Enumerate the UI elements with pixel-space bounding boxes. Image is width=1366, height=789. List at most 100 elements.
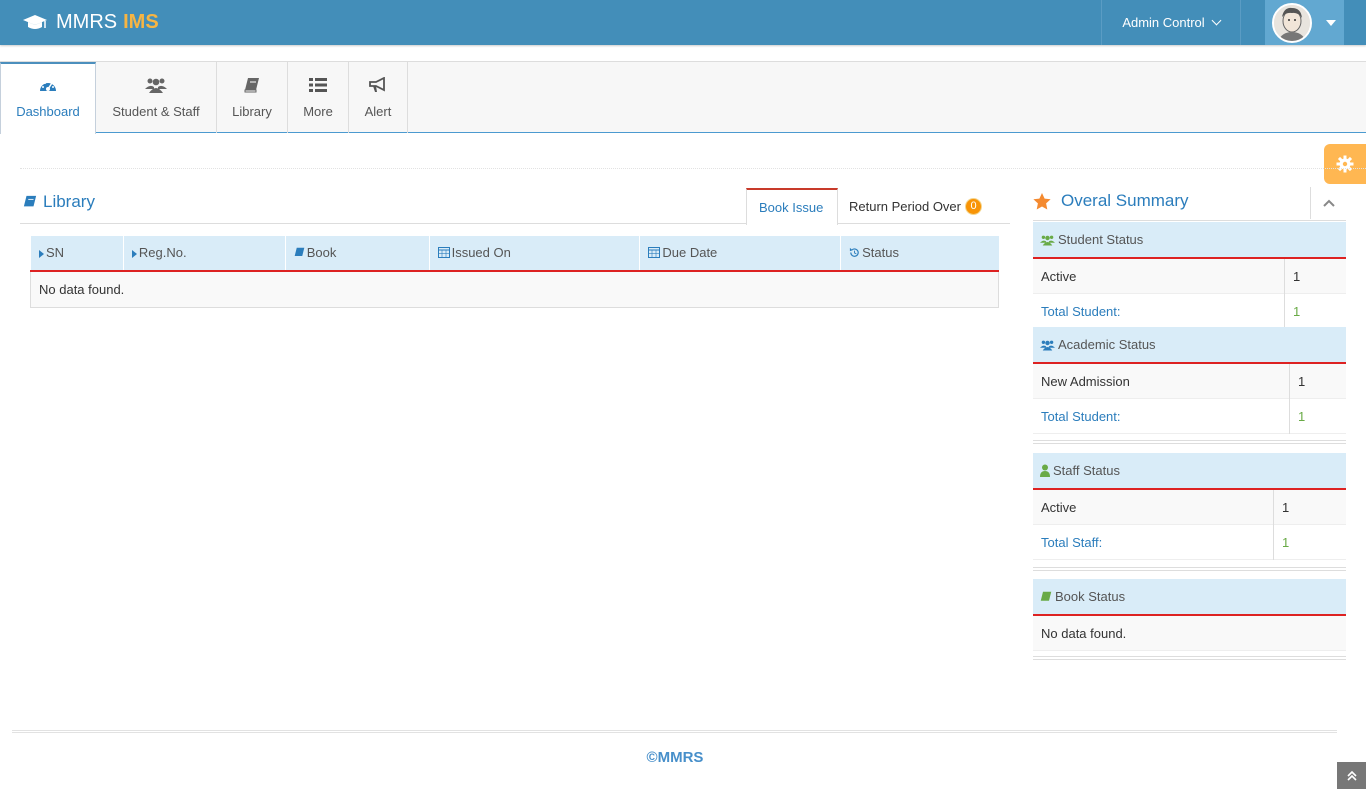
tab-label: Return Period Over <box>849 198 961 214</box>
section-divider <box>1033 567 1346 571</box>
tab-alert[interactable]: Alert <box>349 62 408 133</box>
row-value: 1 <box>1284 259 1300 294</box>
tab-label: Library <box>232 104 272 119</box>
summary-title-text: Overal Summary <box>1061 191 1189 210</box>
settings-toggle[interactable] <box>1324 144 1366 184</box>
admin-control-dropdown[interactable]: Admin Control <box>1102 0 1240 45</box>
column-header-issued-on[interactable]: Issued On <box>428 236 640 272</box>
empty-message: No data found. <box>30 271 999 308</box>
table-row: No data found. <box>30 271 999 308</box>
chevron-up-icon <box>1322 199 1335 207</box>
book-icon <box>1040 591 1052 601</box>
graduation-cap-icon <box>23 14 47 29</box>
empty-message: No data found. <box>1041 625 1127 641</box>
student-active-row: Active 1 <box>1033 259 1346 294</box>
gear-icon <box>1336 155 1354 173</box>
row-label: Active <box>1041 499 1077 515</box>
section-divider <box>1033 656 1346 660</box>
row-value: 1 <box>1273 525 1289 560</box>
top-navbar: MMRS IMS Admin Control <box>0 0 1366 45</box>
row-value: 1 <box>1284 294 1300 329</box>
column-label: Status <box>862 244 899 260</box>
book-icon <box>294 246 305 261</box>
tab-library[interactable]: Library <box>217 62 288 133</box>
admin-control-label: Admin Control <box>1122 15 1205 30</box>
row-label[interactable]: Total Student: <box>1033 304 1121 319</box>
tab-label: Student & Staff <box>112 104 200 119</box>
column-label: SN <box>46 244 65 260</box>
column-label: Due Date <box>662 244 718 260</box>
column-label: Book <box>306 244 337 260</box>
section-title: Academic Status <box>1058 337 1156 352</box>
tab-return-period-over[interactable]: Return Period Over 0 <box>837 188 994 224</box>
row-value: 1 <box>1289 364 1305 399</box>
library-widget-title: Library <box>23 192 95 212</box>
column-label: Reg.No. <box>138 244 187 260</box>
double-angle-up-icon <box>1346 770 1357 781</box>
brand-logo[interactable]: MMRS IMS <box>22 10 159 35</box>
section-title: Student Status <box>1058 232 1144 247</box>
star-icon <box>1033 192 1051 209</box>
column-label: Issued On <box>451 244 511 260</box>
book-status-empty-row: No data found. <box>1033 616 1346 651</box>
footer-divider <box>12 730 1337 733</box>
row-label: Active <box>1041 268 1077 284</box>
brand-name: MMRS <box>56 11 118 33</box>
column-header-reg-no[interactable]: Reg.No. <box>122 236 286 272</box>
tab-label: Alert <box>364 104 392 119</box>
count-badge: 0 <box>965 197 982 215</box>
bullhorn-icon <box>368 76 388 94</box>
summary-widget-header: Overal Summary <box>1033 187 1346 221</box>
section-title: Book Status <box>1055 589 1126 604</box>
academic-status-header: Academic Status <box>1033 327 1346 364</box>
section-divider <box>1033 440 1346 444</box>
users-icon <box>1040 235 1055 245</box>
tab-student-staff[interactable]: Student & Staff <box>96 62 217 133</box>
caret-right-icon <box>39 246 44 261</box>
library-title-text: Library <box>43 192 95 211</box>
summary-widget-title: Overal Summary <box>1033 191 1189 211</box>
tab-book-issue[interactable]: Book Issue <box>746 188 838 225</box>
divider <box>20 168 1366 169</box>
tab-label: Dashboard <box>16 104 80 119</box>
student-total-row: Total Student: 1 <box>1033 294 1346 329</box>
avatar <box>1272 2 1312 43</box>
staff-active-row: Active 1 <box>1033 490 1346 525</box>
calendar-icon <box>437 246 450 261</box>
staff-status-header: Staff Status <box>1033 453 1346 490</box>
column-header-sn[interactable]: SN <box>30 236 124 272</box>
tab-label: More <box>303 104 333 119</box>
row-label[interactable]: Total Staff: <box>1033 535 1102 550</box>
user-menu[interactable] <box>1265 0 1344 45</box>
user-icon <box>1040 464 1050 477</box>
list-icon <box>309 76 327 94</box>
section-title: Staff Status <box>1053 463 1120 478</box>
column-header-book[interactable]: Book <box>284 236 430 272</box>
caret-right-icon <box>131 246 137 261</box>
row-label: New Admission <box>1041 373 1130 389</box>
column-header-status[interactable]: Status <box>840 236 999 272</box>
brand-suffix: IMS <box>123 11 159 33</box>
footer-copyright: ©MMRS <box>646 749 704 766</box>
calendar-icon <box>648 246 661 261</box>
nav-divider <box>1240 0 1241 45</box>
student-status-header: Student Status <box>1033 222 1346 259</box>
scroll-to-top-button[interactable] <box>1337 762 1366 789</box>
main-tabbar: Dashboard Student & Staff Library More A… <box>0 61 1366 134</box>
row-label[interactable]: Total Student: <box>1033 409 1121 424</box>
tab-dashboard[interactable]: Dashboard <box>0 62 96 134</box>
tab-label: Book Issue <box>759 200 824 215</box>
book-icon <box>244 76 260 94</box>
academic-total-row: Total Student: 1 <box>1033 399 1346 434</box>
row-value: 1 <box>1289 399 1305 434</box>
collapse-button[interactable] <box>1310 187 1346 219</box>
dashboard-icon <box>38 76 58 94</box>
row-value: 1 <box>1273 490 1289 525</box>
column-header-due-date[interactable]: Due Date <box>639 236 841 272</box>
tab-more[interactable]: More <box>288 62 349 133</box>
chevron-down-icon <box>1211 15 1222 26</box>
academic-new-admission-row: New Admission 1 <box>1033 364 1346 399</box>
book-icon <box>23 195 37 207</box>
library-issue-table: SN Reg.No. Book Issued On Due Date Statu… <box>30 236 999 308</box>
users-icon <box>145 76 167 94</box>
